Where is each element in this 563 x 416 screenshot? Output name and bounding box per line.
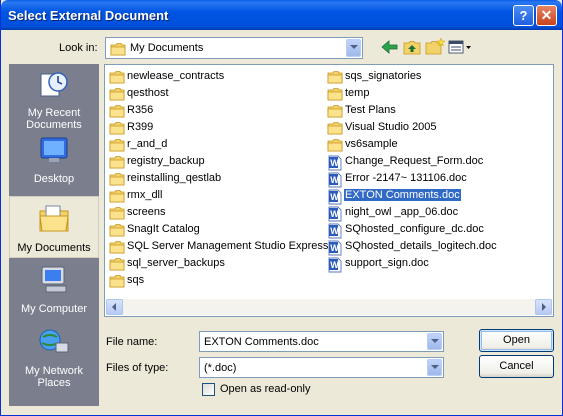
folder-icon [109,70,125,84]
place-label: My Recent Documents [26,107,82,131]
folder-icon [109,155,125,169]
files-of-type-label: Files of type: [106,362,169,374]
file-name-text: r_and_d [127,138,168,150]
folder-icon [327,121,343,135]
word-document-icon [327,172,343,188]
new-folder-icon[interactable] [424,37,446,57]
desktop-icon [40,137,68,162]
back-arrow-icon[interactable] [379,37,401,57]
word-document-icon [327,223,343,239]
file-name-text: R356 [127,104,154,116]
folder-icon [109,189,125,203]
file-name-text: vs6sample [345,138,398,150]
views-menu-icon[interactable] [447,37,473,57]
places-bar: My Recent Documents Desktop My Documents [9,64,99,406]
place-my-computer[interactable]: My Computer [9,264,99,315]
place-my-network-places[interactable]: My Network Places [9,326,99,392]
place-label: My Network Places [24,365,84,389]
place-label: Desktop [33,173,75,185]
folder-icon [109,274,125,288]
horizontal-scrollbar[interactable] [106,299,552,315]
file-name-text: SnagIt Catalog [127,223,200,235]
folder-icon [109,121,125,135]
folder-icon [109,223,125,237]
title-bar[interactable]: Select External Document ? ✕ [1,0,562,30]
place-my-recent-documents[interactable]: My Recent Documents [9,68,99,132]
place-label: My Documents [17,242,91,254]
look-in-label: Look in: [59,42,98,54]
folder-icon [327,104,343,118]
file-name-text: support_sign.doc [345,257,429,269]
my-computer-icon [41,266,67,293]
file-list[interactable]: newlease_contracts qesthost R356 R399 r_and_… [104,64,554,317]
file-name-text: sql_server_backups [127,257,225,269]
file-name-text: sqs_signatories [345,70,422,82]
file-name-value: EXTON Comments.doc [204,336,319,348]
place-label: My Computer [20,303,88,315]
dialog-title: Select External Document [8,8,169,23]
word-document-icon [327,189,343,205]
file-name-text: qesthost [127,87,169,99]
files-of-type-value: (*.doc) [204,362,237,374]
file-name-text: night_owl _app_06.doc [345,206,459,218]
file-name-text: newlease_contracts [127,70,225,82]
up-one-level-icon[interactable] [401,37,423,57]
chevron-down-icon[interactable] [427,333,442,350]
close-button[interactable]: ✕ [536,5,557,26]
cancel-button[interactable]: Cancel [479,355,554,378]
folder-icon [109,138,125,152]
word-document-icon [327,155,343,171]
file-name-text: Visual Studio 2005 [345,121,437,133]
scroll-left-button[interactable] [106,299,123,315]
file-name-text: rmx_dll [127,189,163,201]
folder-icon [327,87,343,101]
folder-icon [109,172,125,186]
network-places-icon [39,329,69,353]
folder-icon [109,240,125,254]
look-in-value: My Documents [130,42,204,54]
look-in-dropdown[interactable]: My Documents [105,37,363,59]
folder-icon [327,70,343,84]
scroll-right-button[interactable] [535,299,552,315]
help-button[interactable]: ? [513,5,534,26]
files-of-type-dropdown[interactable]: (*.doc) [199,357,444,378]
folder-icon [109,104,125,118]
file-name-text: Error -2147~ 131106.doc [345,172,467,184]
dialog-window: Select External Document ? ✕ Look in: My… [0,0,563,416]
file-name-label: File name: [106,336,158,348]
word-document-icon [327,257,343,273]
file-name-text: SQhosted_details_logitech.doc [345,240,497,252]
folder-icon [109,206,125,220]
file-name-text: Change_Request_Form.doc [345,155,484,167]
file-name-text: SQhosted_configure_dc.doc [345,223,484,235]
chevron-down-icon[interactable] [427,359,442,376]
file-name-text: EXTON Comments.doc [343,188,462,202]
file-name-text: registry_backup [127,155,205,167]
recent-documents-icon [40,72,68,97]
file-name-input[interactable]: EXTON Comments.doc [199,331,444,352]
file-name-text: R399 [127,121,154,133]
word-document-icon [327,240,343,256]
word-document-icon [327,206,343,222]
folder-icon [109,257,125,271]
file-name-text: SQL Server Management Studio Express [127,240,329,252]
file-name-text: sqs [127,274,145,286]
open-button[interactable]: Open [479,329,554,352]
file-name-text: screens [127,206,166,218]
my-documents-folder-icon [110,42,126,56]
chevron-down-icon[interactable] [346,39,361,57]
folder-icon [327,138,343,152]
open-read-only-label: Open as read-only [220,383,311,395]
open-read-only-checkbox[interactable] [202,383,215,396]
file-name-text: Test Plans [345,104,396,116]
file-name-text: temp [345,87,370,99]
my-documents-icon [39,205,69,232]
place-my-documents[interactable]: My Documents [9,196,99,258]
file-name-text: reinstalling_qestlab [127,172,222,184]
folder-icon [109,87,125,101]
place-desktop[interactable]: Desktop [9,134,99,185]
